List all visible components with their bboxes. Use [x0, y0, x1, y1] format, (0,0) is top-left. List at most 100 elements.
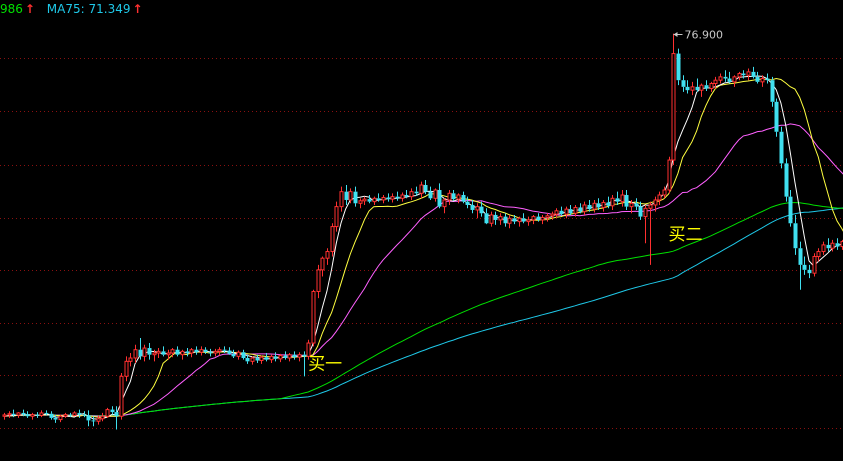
candle-body: [428, 191, 433, 199]
candle-body: [138, 349, 143, 357]
down-candle: [367, 194, 372, 204]
candle-body: [779, 131, 784, 164]
up-candle: [189, 348, 194, 358]
max-price-label: 76.900: [685, 29, 724, 42]
down-candle: [493, 211, 498, 225]
candle-body: [49, 413, 54, 418]
down-candle: [461, 191, 466, 204]
down-candle: [835, 238, 840, 250]
down-candle: [568, 204, 573, 215]
down-candle: [283, 351, 288, 360]
down-candle: [704, 80, 709, 92]
candle-body: [39, 412, 44, 416]
up-candle: [236, 350, 241, 360]
candle-body: [732, 76, 737, 83]
candle-body: [564, 208, 569, 215]
up-candle: [409, 188, 414, 200]
candle-body: [166, 352, 171, 356]
down-candle: [227, 347, 232, 355]
candle-body: [456, 194, 461, 200]
up-candle: [217, 347, 222, 356]
down-candle: [755, 71, 760, 84]
candle-body: [704, 85, 709, 89]
up-candle: [433, 188, 438, 202]
candle-body: [152, 352, 157, 356]
candle-body: [311, 290, 316, 344]
candle-body: [573, 206, 578, 214]
buy-signal-label: 买一: [308, 355, 342, 375]
candle-body: [437, 189, 442, 207]
candle-body: [414, 191, 419, 194]
down-candle: [25, 411, 30, 418]
candle-body: [142, 347, 147, 357]
down-candle: [241, 349, 246, 360]
candle-body: [718, 76, 723, 81]
candle-body: [681, 80, 686, 87]
candle-body: [451, 193, 456, 200]
down-candle: [727, 71, 732, 84]
down-candle: [826, 238, 831, 252]
candle-body: [610, 197, 615, 207]
candle-body: [760, 78, 765, 83]
candle-body: [676, 53, 681, 81]
up-candle: [156, 348, 161, 359]
candle-body: [545, 215, 550, 218]
candle-body: [755, 76, 760, 82]
up-candle: [746, 68, 751, 81]
up-candle: [180, 349, 185, 360]
candle-body: [442, 199, 447, 208]
kline-chart[interactable]: 76.900 买一 买二 986 ↑ MA75: 71.349 ↑: [0, 0, 843, 461]
candle-body: [241, 352, 246, 359]
candle-body: [63, 414, 68, 417]
candle-body: [231, 353, 236, 357]
down-candle: [793, 214, 798, 255]
ma-legend: 986 ↑ MA75: 71.349 ↑: [0, 2, 143, 16]
candle-body: [550, 213, 555, 217]
down-candle: [685, 80, 690, 94]
candle-body: [100, 415, 105, 420]
candle-body: [11, 413, 16, 416]
down-candle: [344, 184, 349, 205]
down-candle: [86, 410, 91, 427]
candle-body: [498, 216, 503, 221]
max-price-arrowhead: [673, 32, 678, 37]
down-candle: [765, 73, 770, 84]
up-candle: [213, 348, 218, 357]
down-candle: [774, 98, 779, 137]
candle-body: [91, 420, 96, 422]
up-candle: [718, 73, 723, 84]
candle-body: [741, 73, 746, 76]
candle-body: [601, 201, 606, 208]
candle-body: [353, 191, 358, 204]
candle-body: [7, 413, 12, 416]
candle-body: [255, 358, 260, 361]
ma10-line: [3, 77, 843, 419]
down-candle: [185, 348, 190, 357]
up-candle: [690, 81, 695, 96]
candle-body: [662, 189, 667, 196]
candle-body: [278, 355, 283, 360]
candle-body: [802, 264, 807, 270]
up-candle: [259, 355, 264, 364]
candle-body: [596, 203, 601, 208]
candle-body: [390, 196, 395, 200]
up-candle: [447, 189, 452, 205]
up-candle: [545, 213, 550, 222]
candle-body: [512, 218, 517, 222]
down-candle: [638, 201, 643, 220]
candle-body: [409, 191, 414, 198]
candle-body: [559, 210, 564, 215]
candle-body: [587, 204, 592, 210]
candle-body: [35, 414, 40, 416]
up-candle: [699, 83, 704, 97]
candle-body: [124, 360, 129, 377]
down-candle: [779, 126, 784, 169]
up-candle: [358, 198, 363, 209]
up-candle: [821, 241, 826, 255]
candle-body: [348, 191, 353, 201]
candle-body: [648, 204, 653, 209]
candle-body: [592, 202, 597, 210]
up-candle: [100, 412, 105, 422]
up-candle: [709, 81, 714, 92]
candle-body: [105, 409, 110, 417]
